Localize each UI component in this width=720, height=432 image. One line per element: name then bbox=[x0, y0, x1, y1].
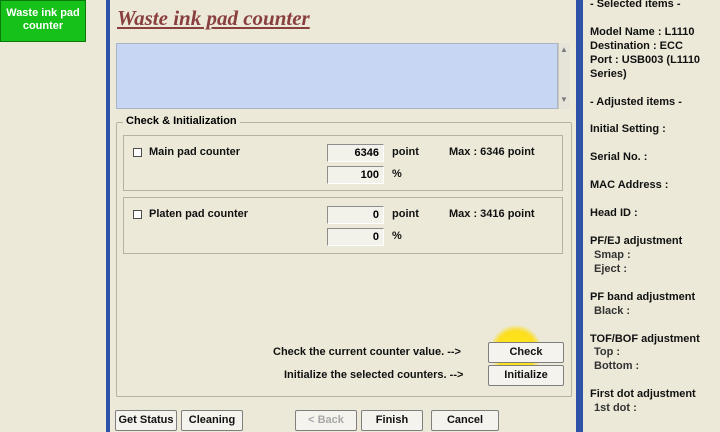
platen-pad-percent-field: 0 bbox=[327, 228, 384, 246]
check-instruction: Check the current counter value. --> bbox=[273, 346, 461, 358]
adjusted-items-header: - Adjusted items - bbox=[590, 96, 682, 108]
port-series: Series) bbox=[590, 68, 627, 80]
scroll-up-icon[interactable]: ▲ bbox=[560, 45, 568, 54]
right-divider bbox=[576, 0, 583, 432]
pf-band-adjustment: PF band adjustment bbox=[590, 291, 696, 303]
get-status-button[interactable]: Get Status bbox=[115, 410, 177, 431]
main-panel: Waste ink pad counter ▲ ▼ Check & Initia… bbox=[110, 0, 576, 432]
info-pane: - Selected items - Model Name : L1110 De… bbox=[583, 0, 720, 432]
main-pad-section: Main pad counter 6346 point Max : 6346 p… bbox=[123, 135, 563, 191]
main-pad-percent-unit: % bbox=[392, 168, 402, 180]
cleaning-button[interactable]: Cleaning bbox=[181, 410, 243, 431]
initialize-instruction: Initialize the selected counters. --> bbox=[284, 369, 464, 381]
pf-ej-adjustment: PF/EJ adjustment bbox=[590, 235, 683, 247]
back-button[interactable]: < Back bbox=[295, 410, 357, 431]
page-title: Waste ink pad counter bbox=[117, 6, 310, 30]
group-label: Check & Initialization bbox=[123, 115, 240, 127]
first-dot-adjustment: First dot adjustment bbox=[590, 388, 696, 400]
waste-ink-pad-counter-nav-button[interactable]: Waste ink pad counter bbox=[0, 0, 86, 42]
platen-pad-max: Max : 3416 point bbox=[449, 208, 535, 220]
main-pad-value-field: 6346 bbox=[327, 144, 384, 162]
bottom: Bottom : bbox=[594, 360, 640, 372]
check-button[interactable]: Check bbox=[488, 342, 564, 363]
port: Port : USB003 (L1110 bbox=[590, 54, 701, 66]
platen-pad-percent-unit: % bbox=[392, 230, 402, 242]
eject: Eject : bbox=[594, 263, 628, 275]
nav-button-line-1: Waste ink pad bbox=[6, 7, 80, 19]
black: Black : bbox=[594, 305, 631, 317]
platen-pad-label: Platen pad counter bbox=[149, 208, 249, 220]
platen-pad-checkbox[interactable] bbox=[133, 210, 142, 219]
main-pad-label: Main pad counter bbox=[149, 146, 241, 158]
main-pad-max: Max : 6346 point bbox=[449, 146, 535, 158]
platen-pad-unit: point bbox=[392, 208, 419, 220]
tof-bof-adjustment: TOF/BOF adjustment bbox=[590, 333, 700, 345]
head-id: Head ID : bbox=[590, 207, 638, 219]
platen-pad-section: Platen pad counter 0 point Max : 3416 po… bbox=[123, 197, 563, 254]
model-name: Model Name : L1110 bbox=[590, 26, 695, 38]
smap: Smap : bbox=[594, 249, 631, 261]
message-textbox[interactable] bbox=[116, 43, 558, 109]
selected-items-header: - Selected items - bbox=[590, 0, 681, 10]
cancel-button[interactable]: Cancel bbox=[431, 410, 499, 431]
scroll-down-icon[interactable]: ▼ bbox=[560, 95, 568, 104]
platen-pad-value-field: 0 bbox=[327, 206, 384, 224]
first-dot: 1st dot : bbox=[594, 402, 637, 414]
destination: Destination : ECC bbox=[590, 40, 683, 52]
message-scrollbar[interactable]: ▲ ▼ bbox=[558, 43, 570, 109]
main-pad-checkbox[interactable] bbox=[133, 148, 142, 157]
initialize-button[interactable]: Initialize bbox=[488, 365, 564, 386]
serial-no: Serial No. : bbox=[590, 151, 648, 163]
finish-button[interactable]: Finish bbox=[361, 410, 423, 431]
main-pad-percent-field: 100 bbox=[327, 166, 384, 184]
mac-address: MAC Address : bbox=[590, 179, 669, 191]
top: Top : bbox=[594, 346, 621, 358]
left-pane: Waste ink pad counter bbox=[0, 0, 106, 432]
nav-button-line-2: counter bbox=[22, 20, 64, 32]
initial-setting: Initial Setting : bbox=[590, 123, 666, 135]
main-pad-unit: point bbox=[392, 146, 419, 158]
